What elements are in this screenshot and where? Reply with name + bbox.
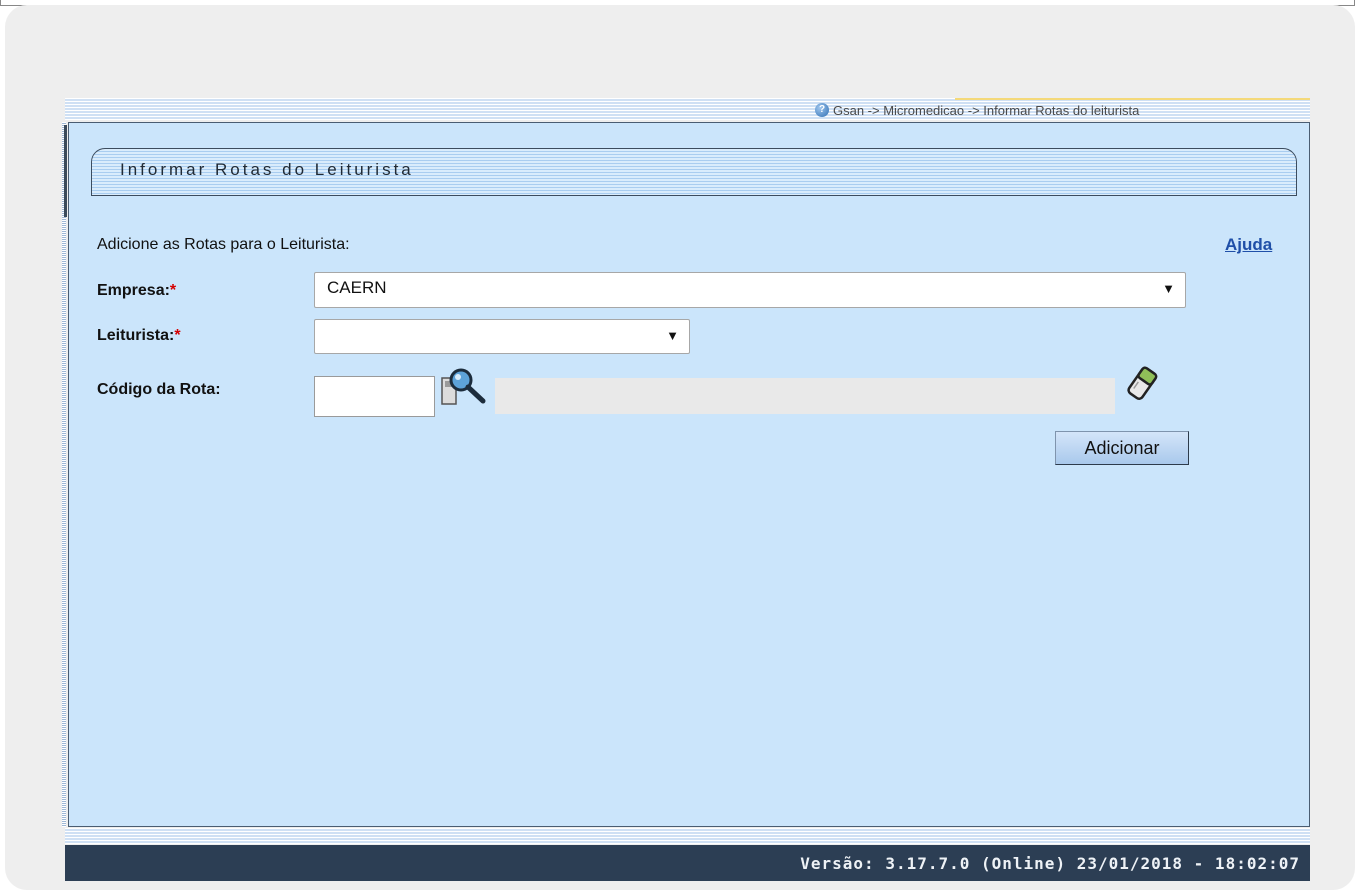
- codigo-rota-description: [495, 378, 1115, 414]
- codigo-rota-input[interactable]: [314, 376, 435, 417]
- leiturista-label: Leiturista:*: [97, 327, 181, 344]
- help-circle-icon: ?: [815, 103, 829, 117]
- codigo-rota-label: Código da Rota:: [97, 381, 221, 398]
- footer-bar: Versão: 3.17.7.0 (Online) 23/01/2018 - 1…: [65, 845, 1310, 881]
- left-marker: [64, 125, 67, 217]
- content-panel: [68, 122, 1310, 827]
- clear-button[interactable]: [1122, 364, 1164, 404]
- left-rail: [62, 122, 66, 827]
- leiturista-select[interactable]: ▼: [314, 319, 690, 354]
- footer-stripes: [65, 828, 1310, 844]
- add-button[interactable]: Adicionar: [1055, 431, 1189, 465]
- magnifier-search-icon: [441, 368, 486, 405]
- help-link[interactable]: Ajuda: [1225, 235, 1272, 255]
- breadcrumb: ? Gsan -> Micromedicao -> Informar Rotas…: [815, 102, 1310, 118]
- page-title: Informar Rotas do Leiturista: [120, 160, 414, 179]
- version-text: Versão: 3.17.7.0 (Online) 23/01/2018 - 1…: [800, 854, 1300, 873]
- breadcrumb-text: Gsan -> Micromedicao -> Informar Rotas d…: [833, 102, 1140, 118]
- empresa-label: Empresa:*: [97, 282, 177, 299]
- eraser-icon: [1127, 366, 1158, 400]
- empresa-select-value: CAERN: [327, 278, 387, 297]
- required-marker: *: [174, 327, 181, 344]
- search-button[interactable]: [438, 366, 490, 408]
- form-intro: Adicione as Rotas para o Leiturista:: [97, 236, 350, 253]
- required-marker: *: [169, 282, 177, 299]
- empresa-select[interactable]: CAERN ▼: [314, 272, 1186, 308]
- chevron-down-icon: ▼: [1162, 281, 1175, 296]
- chevron-down-icon: ▼: [666, 328, 679, 343]
